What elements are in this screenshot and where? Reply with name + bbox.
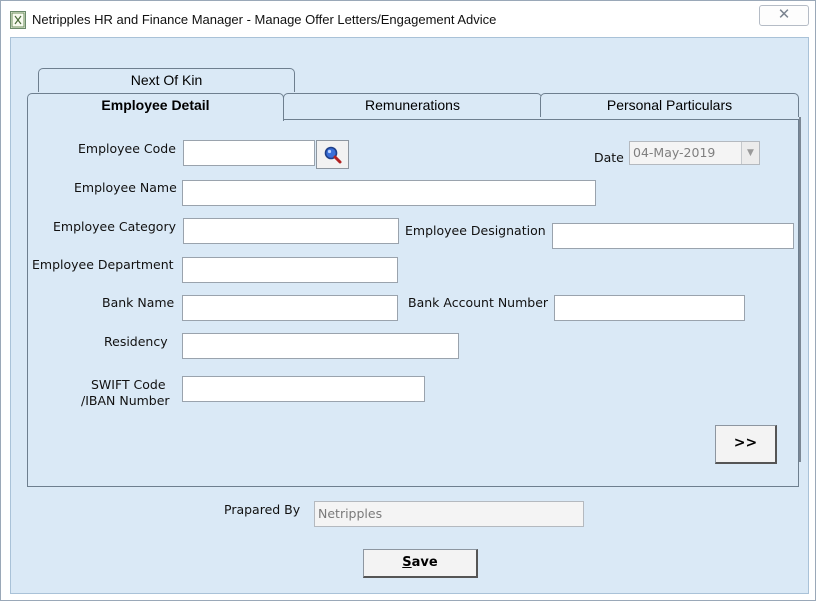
- date-picker[interactable]: 04-May-2019 ▼: [629, 141, 760, 165]
- close-icon: ✕: [777, 6, 791, 23]
- employee-name-input[interactable]: [182, 180, 596, 206]
- bank-account-number-label: Bank Account Number: [408, 295, 549, 310]
- prepared-by-input[interactable]: Netripples: [314, 501, 584, 527]
- employee-designation-label: Employee Designation: [405, 223, 546, 238]
- next-button[interactable]: >>: [715, 425, 777, 464]
- tab-employee-detail[interactable]: Employee Detail: [27, 93, 284, 121]
- prepared-by-label: Prapared By: [224, 502, 301, 517]
- save-mnemonic: S: [402, 555, 412, 570]
- app-icon: [10, 11, 26, 29]
- title-bar: Netripples HR and Finance Manager - Mana…: [1, 1, 815, 37]
- employee-department-label: Employee Department: [32, 257, 174, 272]
- employee-department-input[interactable]: [182, 257, 398, 283]
- employee-code-label: Employee Code: [78, 141, 176, 156]
- swift-code-label: SWIFT Code: [91, 377, 166, 392]
- employee-name-label: Employee Name: [74, 180, 177, 195]
- search-button[interactable]: [316, 140, 349, 169]
- employee-code-input[interactable]: [183, 140, 315, 166]
- panel-edge: [771, 117, 801, 462]
- bank-name-input[interactable]: [182, 295, 398, 321]
- chevron-down-icon[interactable]: ▼: [741, 142, 759, 164]
- bank-account-number-input[interactable]: [554, 295, 745, 321]
- bank-name-label: Bank Name: [102, 295, 175, 310]
- employee-designation-input[interactable]: [552, 223, 794, 249]
- residency-input[interactable]: [182, 333, 459, 359]
- employee-category-label: Employee Category: [53, 219, 176, 234]
- tab-personal-particulars[interactable]: Personal Particulars: [540, 93, 799, 117]
- employee-category-input[interactable]: [183, 218, 399, 244]
- close-button[interactable]: ✕: [759, 5, 809, 26]
- form-client-area: Next Of Kin Remunerations Personal Parti…: [10, 37, 809, 594]
- tab-next-of-kin[interactable]: Next Of Kin: [38, 68, 295, 92]
- date-value: 04-May-2019: [633, 145, 716, 160]
- save-label: ave: [411, 555, 438, 570]
- iban-number-label: /IBAN Number: [81, 393, 170, 408]
- app-window: Netripples HR and Finance Manager - Mana…: [0, 0, 816, 601]
- date-label: Date: [594, 150, 624, 165]
- save-button[interactable]: Save: [363, 549, 478, 578]
- tab-remunerations[interactable]: Remunerations: [283, 93, 542, 117]
- swift-iban-input[interactable]: [182, 376, 425, 402]
- window-title: Netripples HR and Finance Manager - Mana…: [32, 12, 497, 27]
- magnifier-search-icon: [323, 145, 343, 168]
- residency-label: Residency: [104, 334, 168, 349]
